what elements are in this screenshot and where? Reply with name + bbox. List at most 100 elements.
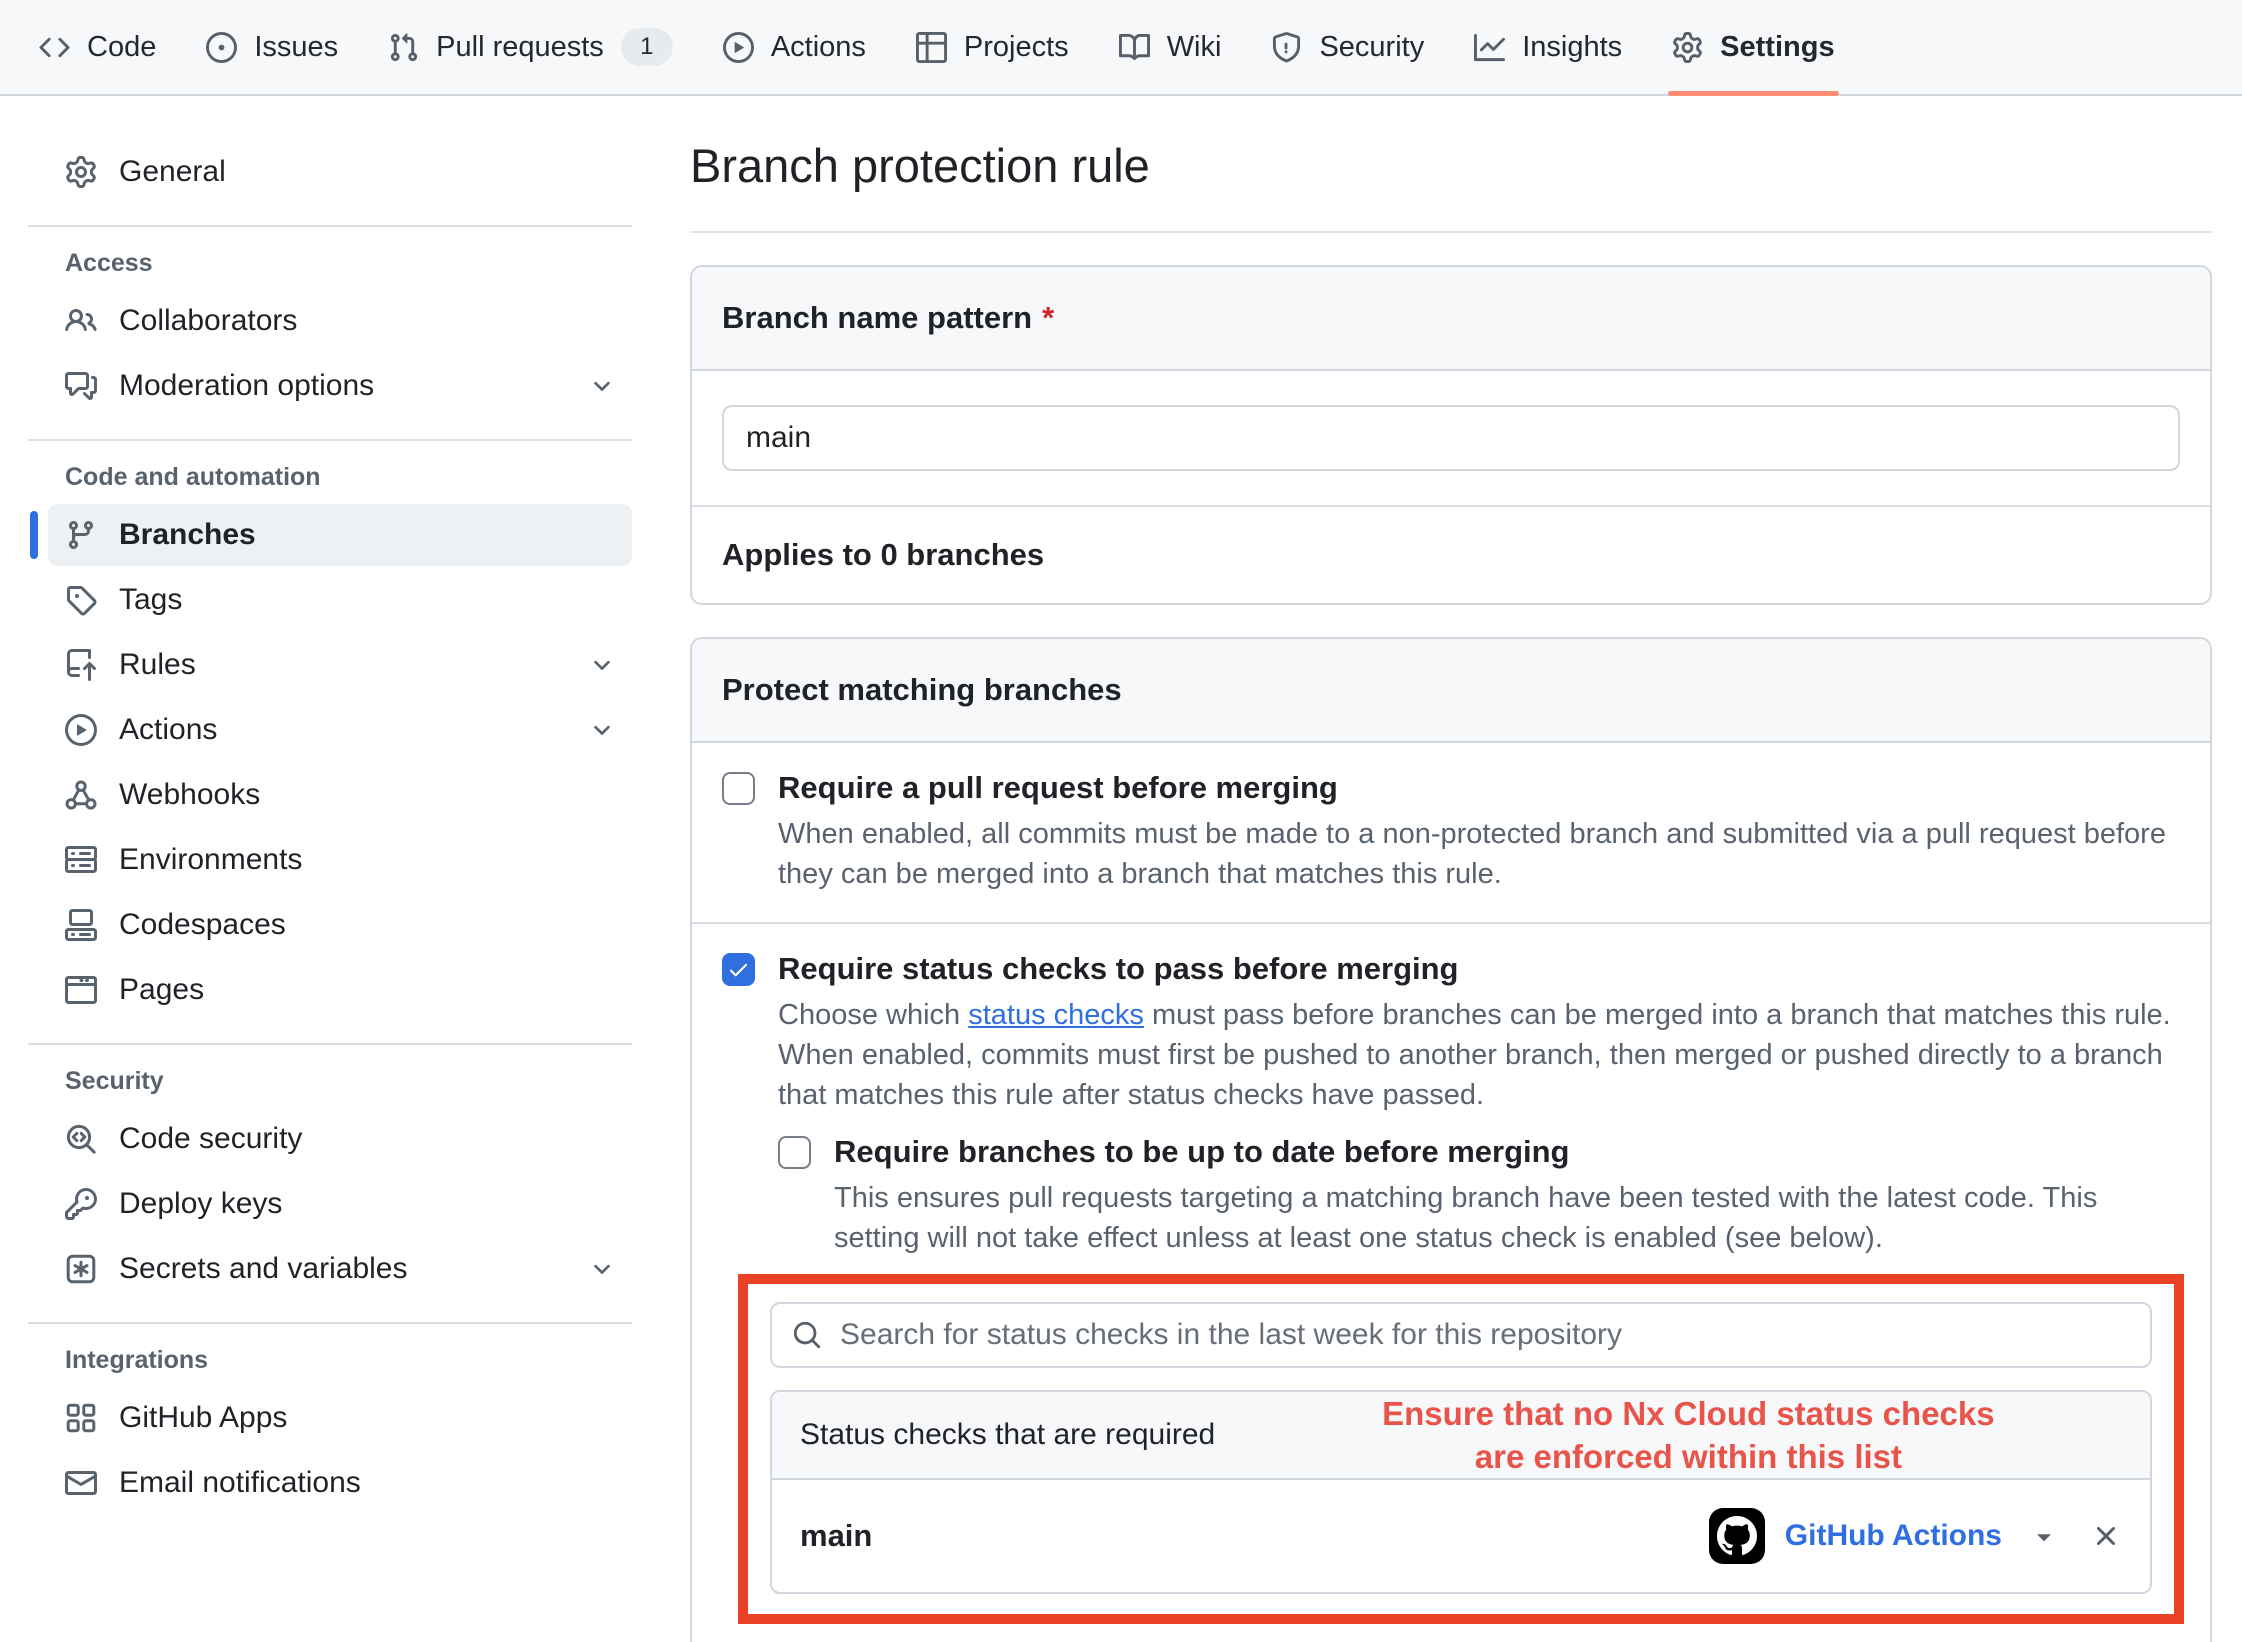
sidebar-item-moderation-options[interactable]: Moderation options [48, 355, 632, 417]
sidebar-item-tags[interactable]: Tags [48, 569, 632, 631]
sidebar-item-codespaces[interactable]: Codespaces [48, 894, 632, 956]
checkbox-label: Require a pull request before merging [778, 769, 1338, 807]
status-checks-table-header: Status checks that are required Ensure t… [772, 1392, 2150, 1480]
chevron-down-icon [589, 1256, 615, 1282]
shield-icon [1271, 32, 1302, 63]
tab-label: Settings [1720, 31, 1834, 64]
tag-icon [65, 584, 97, 616]
sidebar-section-access: Access [65, 249, 632, 278]
search-icon [792, 1320, 822, 1350]
branch-name-pattern-input[interactable] [722, 405, 2180, 471]
branch-name-pattern-label: Branch name pattern [722, 300, 1032, 335]
status-checks-table-header-label: Status checks that are required [800, 1418, 1215, 1451]
mail-icon [65, 1467, 97, 1499]
require-up-to-date-checkbox[interactable] [778, 1136, 811, 1169]
checkbox-description: This ensures pull requests targeting a m… [834, 1178, 2180, 1258]
tab-insights[interactable]: Insights [1456, 0, 1640, 94]
projects-icon [916, 32, 947, 63]
tab-label: Code [87, 31, 156, 64]
tab-issues[interactable]: Issues [188, 0, 356, 94]
book-icon [1119, 32, 1150, 63]
sidebar-item-label: Actions [119, 713, 217, 747]
sidebar-item-label: Moderation options [119, 369, 374, 403]
annotation-line-2: are enforced within this list [1268, 1435, 2109, 1478]
status-checks-search-input[interactable] [770, 1302, 2152, 1368]
gear-icon [1672, 32, 1703, 63]
required-status-checks-table: Status checks that are required Ensure t… [770, 1390, 2152, 1594]
sidebar-section-integrations: Integrations [65, 1346, 632, 1375]
tab-projects[interactable]: Projects [898, 0, 1087, 94]
tab-settings[interactable]: Settings [1654, 0, 1852, 94]
tab-label: Pull requests [436, 31, 604, 64]
sidebar-item-webhooks[interactable]: Webhooks [48, 764, 632, 826]
title-divider [690, 231, 2212, 233]
tab-wiki[interactable]: Wiki [1101, 0, 1240, 94]
sidebar-item-actions[interactable]: Actions [48, 699, 632, 761]
sidebar-item-label: Deploy keys [119, 1187, 282, 1221]
annotation-line-1: Ensure that no Nx Cloud status checks [1268, 1392, 2109, 1435]
browser-icon [65, 974, 97, 1006]
codescan-icon [65, 1123, 97, 1155]
protect-matching-branches-card: Protect matching branches Require a pull… [690, 637, 2212, 1642]
tab-pull-requests[interactable]: Pull requests1 [370, 0, 691, 94]
sidebar-item-github-apps[interactable]: GitHub Apps [48, 1387, 632, 1449]
main-content: Branch protection rule Branch name patte… [660, 96, 2242, 1642]
description-text: Choose which [778, 999, 968, 1031]
webhook-icon [65, 779, 97, 811]
sidebar-item-label: Codespaces [119, 908, 286, 942]
sidebar-item-label: Pages [119, 973, 204, 1007]
github-actions-link[interactable]: GitHub Actions [1785, 1519, 2002, 1553]
applies-to-branches-text: Applies to 0 branches [692, 505, 2210, 603]
sidebar-item-branches[interactable]: Branches [48, 504, 632, 566]
sidebar-section-code-and-automation: Code and automation [65, 463, 632, 492]
sidebar-item-email-notifications[interactable]: Email notifications [48, 1452, 632, 1514]
page-title: Branch protection rule [690, 138, 2212, 193]
require-pull-request-block: Require a pull request before merging Wh… [692, 743, 2210, 922]
sidebar-section-security: Security [65, 1067, 632, 1096]
close-icon [2090, 1520, 2122, 1552]
sidebar-item-label: Secrets and variables [119, 1252, 408, 1286]
checkbox-description: When enabled, all commits must be made t… [778, 814, 2180, 894]
play-icon [723, 32, 754, 63]
status-check-row: main GitHub Actions [772, 1480, 2150, 1592]
caret-down-icon [2030, 1522, 2058, 1550]
pull-request-icon [388, 32, 419, 63]
people-icon [65, 305, 97, 337]
sidebar-divider [28, 1322, 632, 1324]
sidebar-item-secrets-and-variables[interactable]: Secrets and variables [48, 1238, 632, 1300]
sidebar-item-environments[interactable]: Environments [48, 829, 632, 891]
key-icon [65, 1188, 97, 1220]
sidebar-item-label: Branches [119, 518, 256, 552]
checkbox-description: Choose which status checks must pass bef… [778, 995, 2180, 1115]
checkbox-label: Require branches to be up to date before… [834, 1133, 1570, 1171]
tab-label: Wiki [1167, 31, 1222, 64]
graph-icon [1474, 32, 1505, 63]
remove-status-check-button[interactable] [2090, 1520, 2122, 1552]
sidebar-item-label: Environments [119, 843, 302, 877]
require-status-checks-checkbox-row[interactable]: Require status checks to pass before mer… [722, 950, 2180, 988]
sidebar-item-collaborators[interactable]: Collaborators [48, 290, 632, 352]
codespaces-icon [65, 909, 97, 941]
sidebar-item-label: Tags [119, 583, 182, 617]
sidebar-item-code-security[interactable]: Code security [48, 1108, 632, 1170]
tab-security[interactable]: Security [1253, 0, 1442, 94]
require-up-to-date-checkbox-row[interactable]: Require branches to be up to date before… [778, 1133, 2180, 1171]
repo-nav: Code Issues Pull requests1 Actions Proje… [0, 0, 2242, 96]
sidebar-item-rules[interactable]: Rules [48, 634, 632, 696]
require-pull-request-checkbox[interactable] [722, 772, 755, 805]
status-checks-link[interactable]: status checks [968, 999, 1144, 1031]
sidebar-item-label: Webhooks [119, 778, 260, 812]
require-status-checks-checkbox[interactable] [722, 953, 755, 986]
require-pull-request-checkbox-row[interactable]: Require a pull request before merging [722, 769, 2180, 807]
github-mark-icon [1717, 1516, 1757, 1556]
tab-actions[interactable]: Actions [705, 0, 884, 94]
status-check-source-dropdown[interactable] [2030, 1522, 2058, 1550]
protect-matching-branches-header: Protect matching branches [692, 639, 2210, 743]
sidebar-item-general[interactable]: General [48, 141, 632, 203]
sidebar-item-deploy-keys[interactable]: Deploy keys [48, 1173, 632, 1235]
tab-label: Projects [964, 31, 1069, 64]
sidebar-item-pages[interactable]: Pages [48, 959, 632, 1021]
tab-code[interactable]: Code [21, 0, 174, 94]
check-icon [727, 958, 750, 981]
annotation-text: Ensure that no Nx Cloud status checks ar… [1268, 1392, 2109, 1478]
